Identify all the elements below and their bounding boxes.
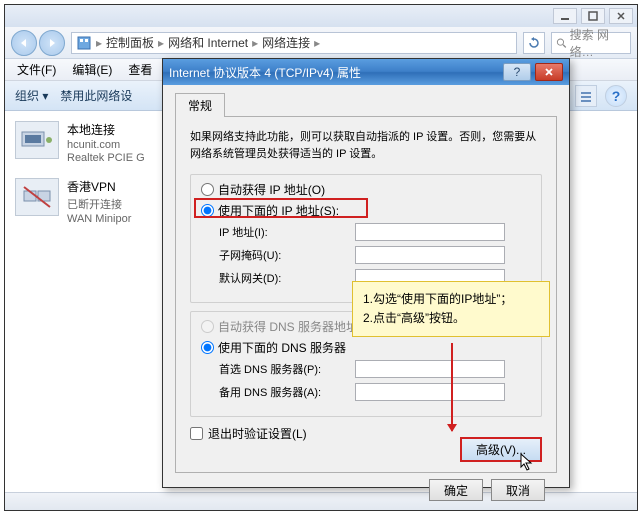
control-panel-icon bbox=[76, 35, 92, 51]
validate-checkbox[interactable] bbox=[190, 427, 203, 440]
dialog-help-button[interactable]: ? bbox=[503, 63, 531, 81]
details-button[interactable] bbox=[575, 85, 597, 107]
radio-auto-ip[interactable]: 自动获得 IP 地址(O) bbox=[201, 181, 531, 198]
connection-name: 香港VPN bbox=[67, 178, 131, 195]
subnet-mask-label: 子网掩码(U): bbox=[219, 247, 355, 263]
connection-list: 本地连接 hcunit.com Realtek PCIE G 香港VPN 已断开… bbox=[5, 111, 155, 492]
dns2-label: 备用 DNS 服务器(A): bbox=[219, 384, 355, 400]
subnet-mask-input[interactable] bbox=[355, 246, 505, 264]
back-button[interactable] bbox=[11, 30, 37, 56]
menu-view[interactable]: 查看 bbox=[122, 59, 158, 80]
search-icon bbox=[556, 37, 567, 49]
callout-line1: 1.勾选“使用下面的IP地址”； bbox=[363, 290, 539, 309]
breadcrumb[interactable]: ▸ 控制面板 ▸ 网络和 Internet ▸ 网络连接 ▸ bbox=[71, 32, 517, 54]
list-item[interactable]: 本地连接 hcunit.com Realtek PCIE G bbox=[15, 121, 145, 164]
breadcrumb-part[interactable]: 网络连接 bbox=[262, 34, 310, 51]
close-button[interactable] bbox=[609, 8, 633, 24]
dns1-input[interactable] bbox=[355, 360, 505, 378]
ok-button[interactable]: 确定 bbox=[429, 479, 483, 501]
connection-adapter: Realtek PCIE G bbox=[67, 152, 145, 164]
radio-manual-ip[interactable]: 使用下面的 IP 地址(S): bbox=[201, 202, 531, 219]
radio-auto-ip-label: 自动获得 IP 地址(O) bbox=[218, 181, 325, 198]
titlebar bbox=[5, 5, 637, 27]
list-item[interactable]: 香港VPN 已断开连接 WAN Minipor bbox=[15, 178, 145, 225]
maximize-button[interactable] bbox=[581, 8, 605, 24]
ip-address-input[interactable] bbox=[355, 223, 505, 241]
forward-button[interactable] bbox=[39, 30, 65, 56]
ipv4-properties-dialog: Internet 协议版本 4 (TCP/IPv4) 属性 ? 常规 如果网络支… bbox=[162, 58, 570, 488]
connection-status: hcunit.com bbox=[67, 139, 145, 151]
search-input[interactable]: 搜索 网络… bbox=[551, 32, 631, 54]
dns2-input[interactable] bbox=[355, 383, 505, 401]
radio-auto-dns-input bbox=[201, 320, 214, 333]
validate-label: 退出时验证设置(L) bbox=[208, 425, 307, 442]
connection-name: 本地连接 bbox=[67, 121, 145, 138]
help-button[interactable]: ? bbox=[605, 85, 627, 107]
navbar: ▸ 控制面板 ▸ 网络和 Internet ▸ 网络连接 ▸ 搜索 网络… bbox=[5, 27, 637, 59]
search-placeholder: 搜索 网络… bbox=[570, 26, 626, 60]
annotation-callout: 1.勾选“使用下面的IP地址”； 2.点击“高级”按钮。 bbox=[352, 281, 550, 337]
dialog-footer: 确定 取消 bbox=[175, 473, 557, 501]
radio-manual-dns[interactable]: 使用下面的 DNS 服务器 bbox=[201, 339, 531, 356]
cancel-button[interactable]: 取消 bbox=[491, 479, 545, 501]
network-adapter-icon bbox=[15, 121, 59, 159]
menu-file[interactable]: 文件(F) bbox=[11, 59, 62, 80]
tab-general[interactable]: 常规 bbox=[175, 93, 225, 117]
breadcrumb-part[interactable]: 控制面板 bbox=[106, 34, 154, 51]
connection-adapter: WAN Minipor bbox=[67, 213, 131, 225]
ip-address-label: IP 地址(I): bbox=[219, 224, 355, 240]
tab-content: 如果网络支持此功能，则可以获取自动指派的 IP 设置。否则，您需要从网络系统管理… bbox=[175, 117, 557, 473]
minimize-button[interactable] bbox=[553, 8, 577, 24]
radio-auto-ip-input[interactable] bbox=[201, 183, 214, 196]
dialog-title: Internet 协议版本 4 (TCP/IPv4) 属性 bbox=[169, 64, 499, 81]
cursor-icon bbox=[519, 452, 537, 472]
radio-manual-dns-input[interactable] bbox=[201, 341, 214, 354]
breadcrumb-part[interactable]: 网络和 Internet bbox=[168, 34, 248, 51]
radio-auto-dns-label: 自动获得 DNS 服务器地址 bbox=[218, 318, 358, 335]
tab-header: 常规 bbox=[175, 93, 557, 117]
radio-manual-dns-label: 使用下面的 DNS 服务器 bbox=[218, 339, 346, 356]
dns1-label: 首选 DNS 服务器(P): bbox=[219, 361, 355, 377]
callout-line2: 2.点击“高级”按钮。 bbox=[363, 309, 539, 328]
vpn-icon bbox=[15, 178, 59, 216]
radio-manual-ip-label: 使用下面的 IP 地址(S): bbox=[218, 202, 339, 219]
organize-button[interactable]: 组织 ▾ bbox=[15, 87, 48, 104]
dialog-close-button[interactable] bbox=[535, 63, 563, 81]
refresh-button[interactable] bbox=[523, 32, 545, 54]
dialog-titlebar: Internet 协议版本 4 (TCP/IPv4) 属性 ? bbox=[163, 59, 569, 85]
description-text: 如果网络支持此功能，则可以获取自动指派的 IP 设置。否则，您需要从网络系统管理… bbox=[190, 129, 542, 162]
disable-device-button[interactable]: 禁用此网络设 bbox=[60, 87, 132, 104]
radio-manual-ip-input[interactable] bbox=[201, 204, 214, 217]
menu-edit[interactable]: 编辑(E) bbox=[66, 59, 118, 80]
annotation-arrow bbox=[451, 343, 453, 431]
connection-status: 已断开连接 bbox=[67, 196, 131, 212]
gateway-label: 默认网关(D): bbox=[219, 270, 355, 286]
